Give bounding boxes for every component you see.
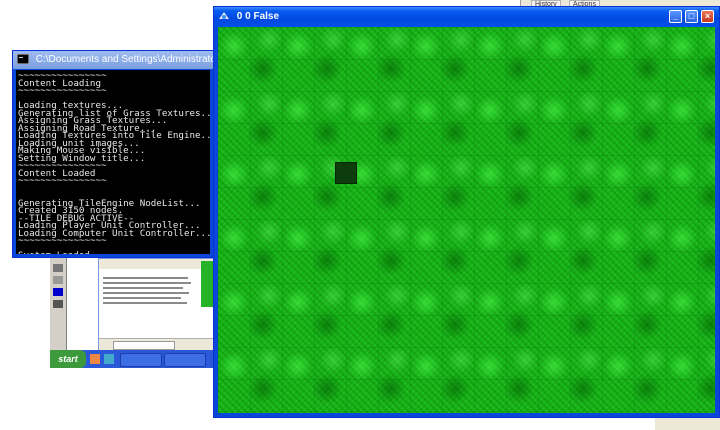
taskbar-button[interactable] (164, 353, 206, 367)
start-button[interactable]: start (50, 350, 86, 368)
quicklaunch-icon[interactable] (90, 354, 100, 364)
console-window[interactable]: C:\Documents and Settings\Administrator\… (12, 50, 214, 258)
maximize-button[interactable]: □ (685, 10, 698, 23)
thumbnail-line (103, 292, 189, 294)
game-window[interactable]: 0 0 False _ □ × (213, 6, 720, 418)
selected-unit-tile[interactable] (335, 162, 357, 184)
minimize-button[interactable]: _ (669, 10, 682, 23)
status-field (113, 341, 175, 350)
foreground-color-icon[interactable] (53, 288, 63, 296)
tool-icon[interactable] (53, 264, 63, 272)
background-corner (655, 418, 720, 430)
console-title-text: C:\Documents and Settings\Administrator\… (35, 54, 213, 65)
console-line: System Loaded... (18, 251, 210, 254)
console-title-bar[interactable]: C:\Documents and Settings\Administrator\… (13, 51, 213, 69)
tile-grid (218, 27, 715, 413)
game-title-bar[interactable]: 0 0 False (214, 7, 719, 27)
thumbnail-line (103, 282, 191, 284)
background-thumbnail-window (98, 258, 216, 352)
thumbnail-line (103, 302, 187, 304)
tool-icon[interactable] (53, 300, 63, 308)
window-app-icon (219, 12, 229, 20)
thumbnail-line (103, 297, 181, 299)
game-viewport-grass-map[interactable] (218, 27, 715, 413)
taskbar-button[interactable] (120, 353, 162, 367)
background-toolbox (50, 258, 67, 358)
thumbnail-line (103, 277, 188, 279)
thumbnail-line (103, 287, 183, 289)
console-line: ~~~~~~~~~~~~~~~~ (18, 85, 107, 96)
console-app-icon (17, 54, 29, 65)
thumbnail-title-bar (99, 259, 215, 269)
game-title-text: 0 0 False (236, 11, 280, 22)
tool-icon[interactable] (53, 276, 63, 284)
taskbar: start (50, 350, 214, 368)
quicklaunch-icon[interactable] (104, 354, 114, 364)
close-button[interactable]: × (701, 10, 714, 23)
console-line: ~~~~~~~~~~~~~~~~ (18, 175, 107, 186)
console-output: ~~~~~~~~~~~~~~~~ Content Loading ~~~~~~~~~… (16, 70, 210, 254)
